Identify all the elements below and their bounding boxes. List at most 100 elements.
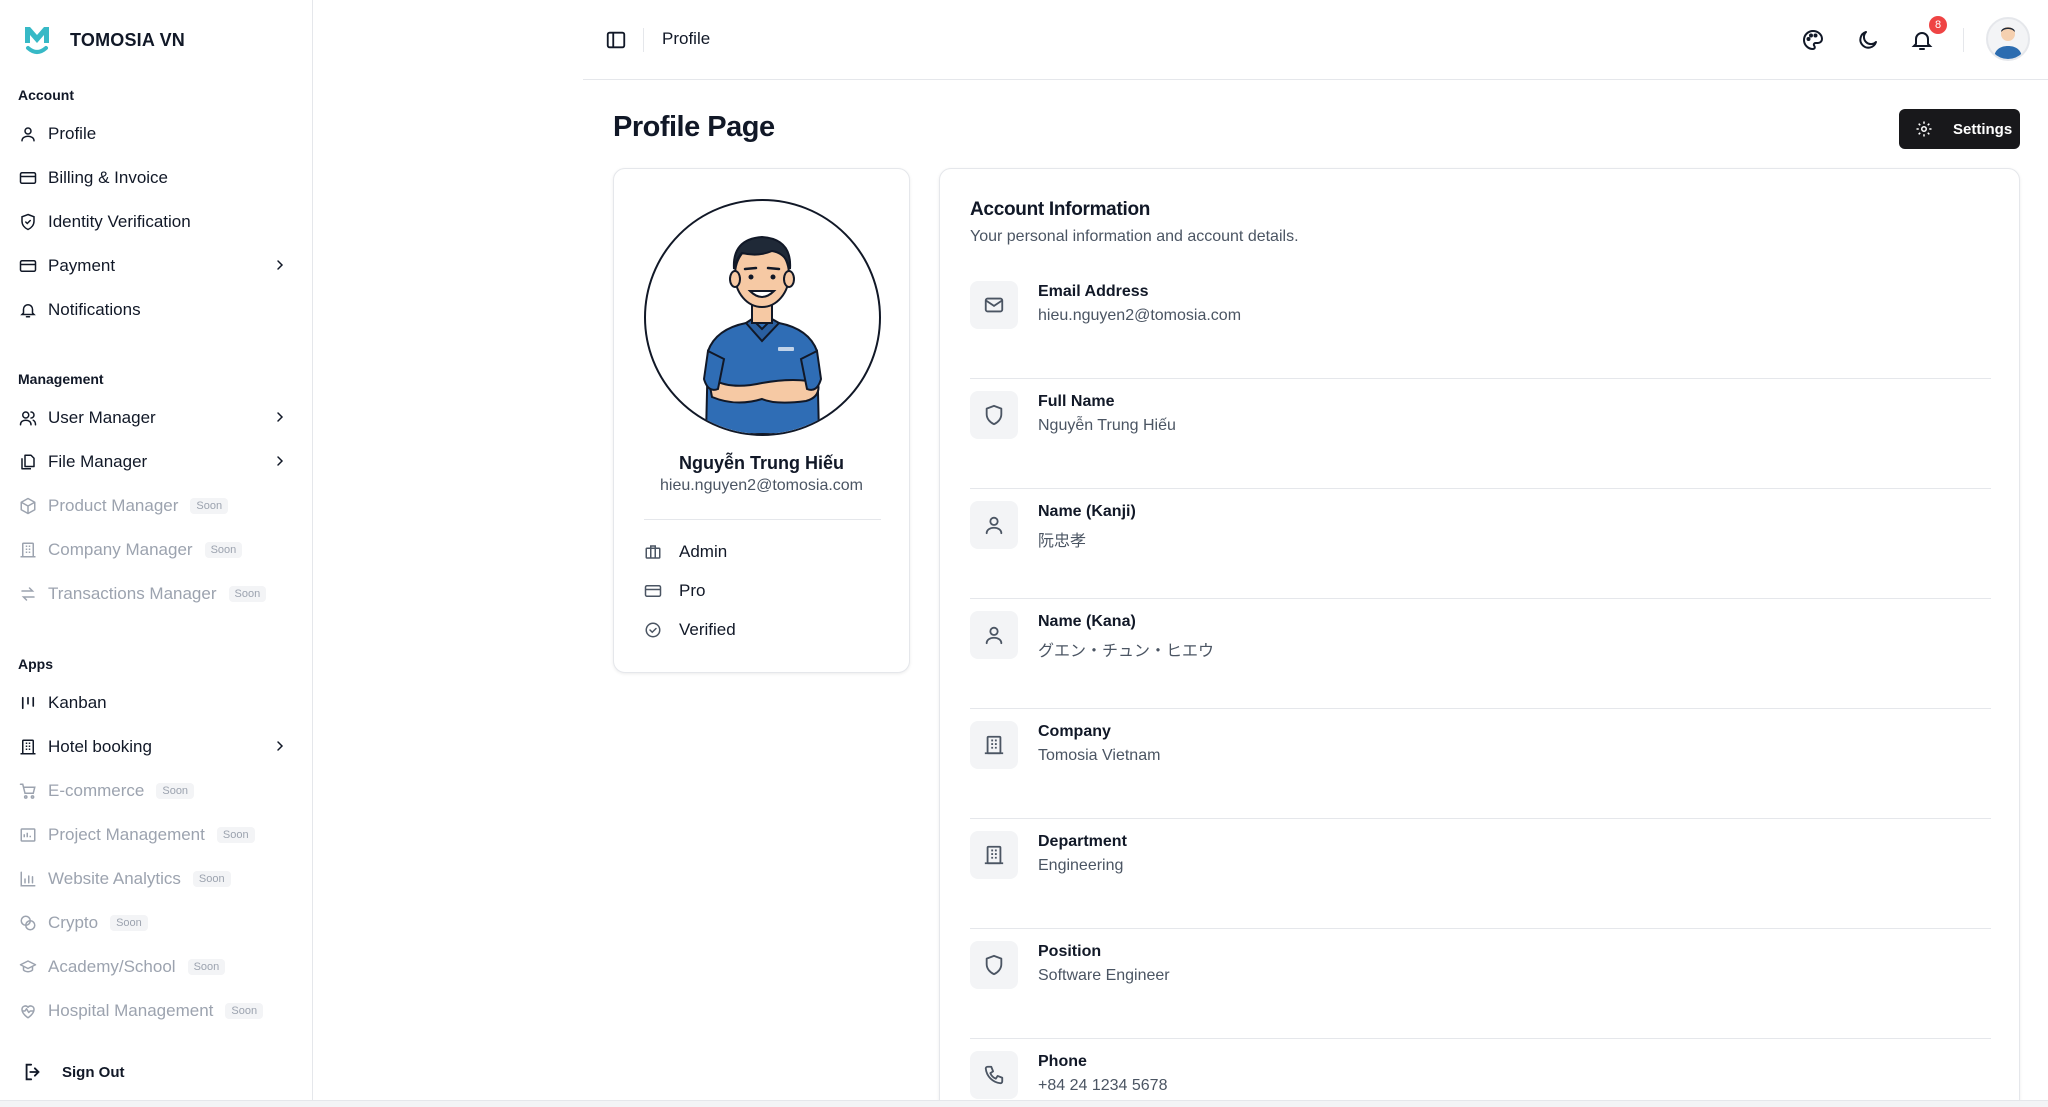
info-row-company: Company Tomosia Vietnam [970,709,1991,819]
check-circle-icon [645,622,661,638]
sidebar-item-company-manager[interactable]: Company Manager Soon [0,528,313,572]
divider [1963,28,1964,52]
info-value: Tomosia Vietnam [1038,747,1161,764]
info-label: Position [1038,943,1102,960]
shield-check-icon [21,213,35,231]
soon-badge: Soon [225,1003,264,1019]
mail-icon [984,297,1004,313]
divider [644,519,881,520]
sidebar-item-label: Notifications [48,300,141,319]
sidebar-item-website-analytics[interactable]: Website Analytics Soon [0,857,313,901]
info-value: hieu.nguyen2@tomosia.com [1038,307,1242,324]
sidebar-item-notifications[interactable]: Notifications [0,288,313,332]
soon-badge: Soon [192,871,231,887]
sidebar-item-payment[interactable]: Payment [0,244,313,288]
palette-icon[interactable] [1801,28,1825,52]
moon-icon[interactable] [1856,28,1880,52]
sidebar-item-hotel-booking[interactable]: Hotel booking [0,725,313,769]
status-verified: Verified [644,618,736,642]
user-avatar[interactable] [1986,17,2030,61]
profile-card: Nguyễn Trung Hiếu hieu.nguyen2@tomosia.c… [613,168,910,673]
sidebar-item-label: Product Manager [48,496,179,515]
account-information-title: Account Information [970,199,1151,220]
log-out-icon [25,1063,40,1081]
attribute-label: Admin [679,542,728,561]
sidebar-item-billing[interactable]: Billing & Invoice [0,156,313,200]
sidebar-item-label: Academy/School [48,957,176,976]
tomosia-m-logo-icon [25,27,49,54]
sidebar-item-label: Crypto [48,913,99,932]
window-bottom-edge [0,1100,2048,1107]
bell-icon[interactable] [1910,28,1934,52]
role-admin: Admin [644,540,727,564]
building-icon [984,735,1004,755]
sidebar-item-hospital-management[interactable]: Hospital Management Soon [0,989,313,1033]
info-icon-tile [970,391,1018,439]
sidebar-item-label: User Manager [48,408,156,427]
info-row-name-kana: Name (Kana) グエン・チュン・ヒエウ [970,599,1991,709]
sidebar-item-label: Hospital Management [48,1001,214,1020]
avatar-illustration-icon [1994,27,2022,59]
info-label: Email Address [1038,283,1149,300]
gear-icon [1916,121,1932,137]
sidebar-item-profile[interactable]: Profile [0,112,313,156]
info-row-full-name: Full Name Nguyễn Trung Hiếu [970,379,1991,489]
sidebar-item-academy-school[interactable]: Academy/School Soon [0,945,313,989]
sidebar-item-transactions-manager[interactable]: Transactions Manager Soon [0,572,313,616]
sidebar-item-label: Website Analytics [48,869,181,888]
phone-icon [984,1065,1004,1085]
sidebar-item-e-commerce[interactable]: E-commerce Soon [0,769,313,813]
brand[interactable]: TOMOSIA VN [22,22,185,58]
section-title-account: Account [18,87,74,103]
section-title-apps: Apps [18,656,53,672]
sign-out-button[interactable]: Sign Out [22,1058,125,1086]
sign-out-label: Sign Out [62,1063,125,1081]
soon-badge: Soon [187,959,226,975]
sidebar-item-label: Transactions Manager [48,584,217,603]
sidebar-item-project-management[interactable]: Project Management Soon [0,813,313,857]
chevron-right-icon [277,412,284,422]
profile-email: hieu.nguyen2@tomosia.com [659,477,864,494]
bar-chart-icon [20,871,36,887]
sidebar-item-product-manager[interactable]: Product Manager Soon [0,484,313,528]
info-row-position: Position Software Engineer [970,929,1991,1039]
soon-badge: Soon [156,783,195,799]
sidebar-item-label: Kanban [48,693,107,712]
files-icon [21,454,35,470]
info-label: Name (Kana) [1038,613,1136,630]
info-row-phone: Phone +84 24 1234 5678 [970,1039,1991,1107]
user-icon [985,516,1003,535]
divider [643,28,644,52]
info-value: Engineering [1038,857,1124,874]
sidebar-item-label: Project Management [48,825,205,844]
info-icon-tile [970,831,1018,879]
user-icon [21,127,35,142]
sidebar-item-identity-verification[interactable]: Identity Verification [0,200,313,244]
info-value: +84 24 1234 5678 [1038,1077,1168,1094]
chevron-right-icon [277,456,284,466]
sidebar-item-user-manager[interactable]: User Manager [0,396,313,440]
info-value: グエン・チュン・ヒエウ [1038,643,1215,660]
info-label: Full Name [1038,393,1115,410]
plan-pro: Pro [644,579,705,603]
soon-badge: Soon [204,542,243,558]
sidebar-item-file-manager[interactable]: File Manager [0,440,313,484]
user-icon [985,626,1003,645]
breadcrumb: Profile [662,29,711,48]
info-row-department: Department Engineering [970,819,1991,929]
info-row-email: Email Address hieu.nguyen2@tomosia.com [970,269,1991,379]
sidebar-toggle-icon[interactable] [605,29,627,51]
building-icon [984,845,1004,865]
coins-icon [20,915,36,931]
info-row-name-kanji: Name (Kanji) 阮忠孝 [970,489,1991,599]
soon-badge: Soon [190,498,229,514]
sidebar-item-crypto[interactable]: Crypto Soon [0,901,313,945]
bell-icon [20,304,36,318]
package-icon [20,497,36,515]
sidebar-item-kanban[interactable]: Kanban [0,681,313,725]
info-icon-tile [970,941,1018,989]
settings-button[interactable]: Settings [1899,109,2020,149]
sidebar-item-label: Hotel booking [48,737,152,756]
credit-card-icon [19,260,37,272]
info-value: Nguyễn Trung Hiếu [1038,417,1176,434]
